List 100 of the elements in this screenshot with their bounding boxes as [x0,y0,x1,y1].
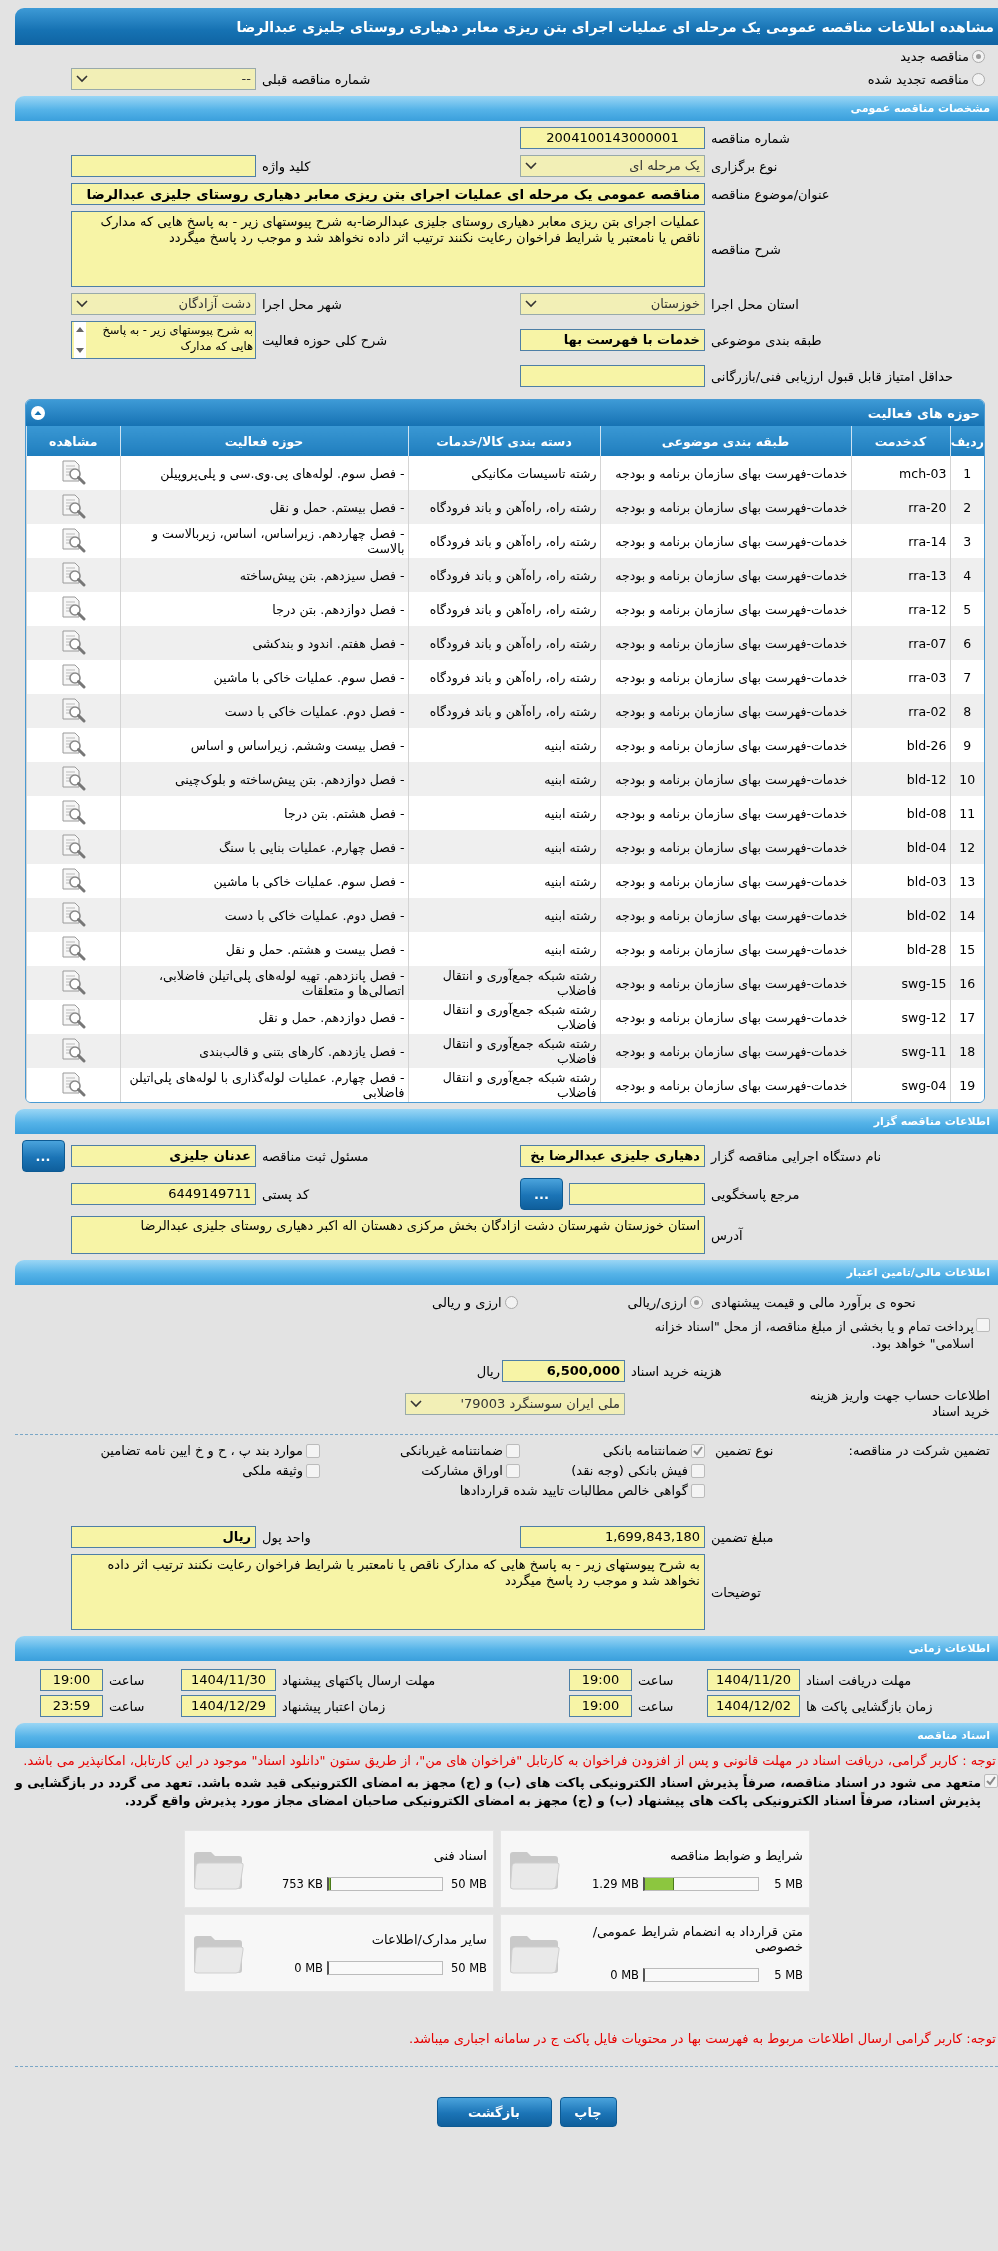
table-cell: - فصل چهارم. عملیات لوله‌گذاری با لوله‌های پلی‌اتیلن فاضلابی [120,1068,408,1102]
field-label: اطلاعات حساب جهت واریز هزینه خرید اسناد [808,1388,990,1420]
document-search-icon[interactable] [60,730,87,757]
file-title: اسناد فنی [432,1847,487,1863]
document-search-icon[interactable] [60,764,87,791]
field-label: نوع برگزاری [710,158,778,174]
input-field: خدمات با فهرست بها [520,329,705,351]
checkbox[interactable] [506,1463,520,1478]
field-label: شرح مناقصه [710,241,781,257]
time-field: 23:59 [40,1695,103,1717]
checkbox[interactable] [976,1318,990,1332]
field-label: مهلت ارسال پاکتهای پیشنهاد [281,1672,436,1688]
document-search-icon[interactable] [60,1002,87,1029]
radio-button[interactable] [504,1296,518,1309]
column-header: ردیف [950,426,984,456]
text-area: عملیات اجرای بتن ریزی معابر دهیاری روستای جلیزی عبدالرضا-به شرح پیوستهای زیر - به پاسخ هایی که مدارک ناقص یا نامعتبر یا شرایط فراخوان رعایت نکنند ترتیب اثر داده نخواهد شد و موجب رد پاسخ میگردد [71,211,705,287]
field-label: کلید واژه [261,158,311,174]
document-search-icon[interactable] [60,832,87,859]
option-label: ضمانتنامه بانکی [602,1443,688,1458]
field-label: عنوان/موضوع مناقصه [710,186,830,202]
radio-button[interactable] [972,50,985,63]
field-label: توضیحات [710,1584,761,1600]
radio-label: ارزی/ریالی [627,1295,687,1310]
radio-button[interactable] [690,1296,703,1309]
size-limit: 5 MB [773,1968,803,1982]
field-label: زمان اعتبار پیشنهاد [281,1698,386,1714]
time-field: 19:00 [569,1669,632,1691]
file-size: 753 KB [281,1876,323,1891]
input-field: 1,699,843,180 [520,1526,705,1548]
size-limit: 5 MB [773,1876,803,1891]
input-field: 2004100143000001 [520,127,705,149]
chevron-down-icon [76,75,88,83]
date-field: 1404/11/20 [707,1669,800,1691]
lookup-button[interactable]: ... [520,1178,563,1210]
dropdown[interactable]: خوزستان [520,293,705,315]
input-field: ریال [71,1526,256,1548]
document-search-icon[interactable] [60,628,87,655]
document-search-icon[interactable] [60,696,87,723]
back-button[interactable]: بازگشت [436,2097,552,2127]
field-label: ساعت [637,1672,674,1688]
column-header: دسته بندی کالا/خدمات [408,426,600,456]
document-search-icon[interactable] [60,866,87,893]
field-label: نام دستگاه اجرایی مناقصه گزار [709,1148,882,1164]
input-field: 6,500,000 [502,1360,625,1382]
checkbox[interactable] [306,1463,320,1478]
document-search-icon[interactable] [60,458,87,485]
document-search-icon[interactable] [60,662,87,689]
field-label: ساعت [108,1698,145,1714]
radio-label: مناقصه تجدید شده [867,71,969,87]
column-header: کدخدمت [851,426,950,456]
date-field: 1404/12/29 [181,1695,276,1717]
panel-title: حوزه های فعالیت [867,405,980,421]
input-field: عدنان جلیزی [71,1145,256,1167]
checkbox[interactable] [506,1443,520,1458]
checkbox[interactable] [691,1483,705,1498]
option-label: گواهی خالص مطالبات تایید شده قراردادها [459,1483,688,1498]
checkbox[interactable] [984,1774,998,1788]
document-search-icon[interactable] [60,526,87,553]
unit-label: ریال [476,1363,501,1379]
dropdown[interactable]: یک مرحله ای [520,155,705,177]
radio-button[interactable] [972,72,985,86]
size-limit: 50 MB [449,1960,487,1975]
document-search-icon[interactable] [60,560,87,587]
dropdown[interactable]: ملی ایران سوسنگرد 79003' [405,1393,625,1415]
chevron-down-icon [525,300,537,308]
field-label: مسئول ثبت مناقصه [261,1148,369,1164]
checkbox[interactable] [691,1463,705,1478]
chevron-down-icon [76,300,88,308]
document-search-icon[interactable] [60,1070,87,1097]
time-field: 19:00 [569,1695,632,1717]
option-label: وثیقه ملکی [242,1463,303,1478]
scroll-arrows-icon[interactable] [75,325,85,355]
document-search-icon[interactable] [60,968,87,995]
field-label: طبقه بندی موضوعی [710,332,822,348]
document-search-icon[interactable] [60,934,87,961]
checkbox[interactable] [691,1443,705,1458]
list-item[interactable]: به شرح پیوستهای زیر - به پاسخ هایی که مدارک [88,322,253,358]
print-button[interactable]: چاپ [559,2097,617,2127]
notice-text: توجه : کاربر گرامی، دریافت اسناد در مهلت قانونی و پس از افزودن فراخوان به کارتابل "فراخوان های من"، از طریق ستون "دانلود اسناد" موجود در این کارتابل، امکانپذیر می باشد. [22,1752,997,1770]
field-label: تضمین شرکت در مناقصه: [848,1443,990,1458]
lookup-button[interactable]: ... [21,1140,65,1172]
input-field: 6449149711 [71,1183,256,1205]
chevron-down-icon [525,162,537,170]
dropdown[interactable]: -- [71,68,256,90]
section-title: مشخصات مناقصه عمومی [850,102,990,115]
checkbox[interactable] [306,1443,320,1458]
collapse-icon[interactable] [30,405,46,421]
document-search-icon[interactable] [60,900,87,927]
document-search-icon[interactable] [60,594,87,621]
field-label: مبلغ تضمین [710,1529,774,1545]
field-label: مرجع پاسخگویی [710,1186,800,1202]
table-cell: خدمات-فهرست بهای سازمان برنامه و بودجه [600,1068,851,1102]
document-search-icon[interactable] [60,1036,87,1063]
field-label: آدرس [710,1227,743,1243]
document-search-icon[interactable] [60,798,87,825]
chevron-down-icon [410,1400,422,1408]
document-search-icon[interactable] [60,492,87,519]
column-header: مشاهده [26,426,120,456]
dropdown[interactable]: دشت آزادگان [71,293,256,315]
field-label: شماره مناقصه قبلی [261,71,371,87]
